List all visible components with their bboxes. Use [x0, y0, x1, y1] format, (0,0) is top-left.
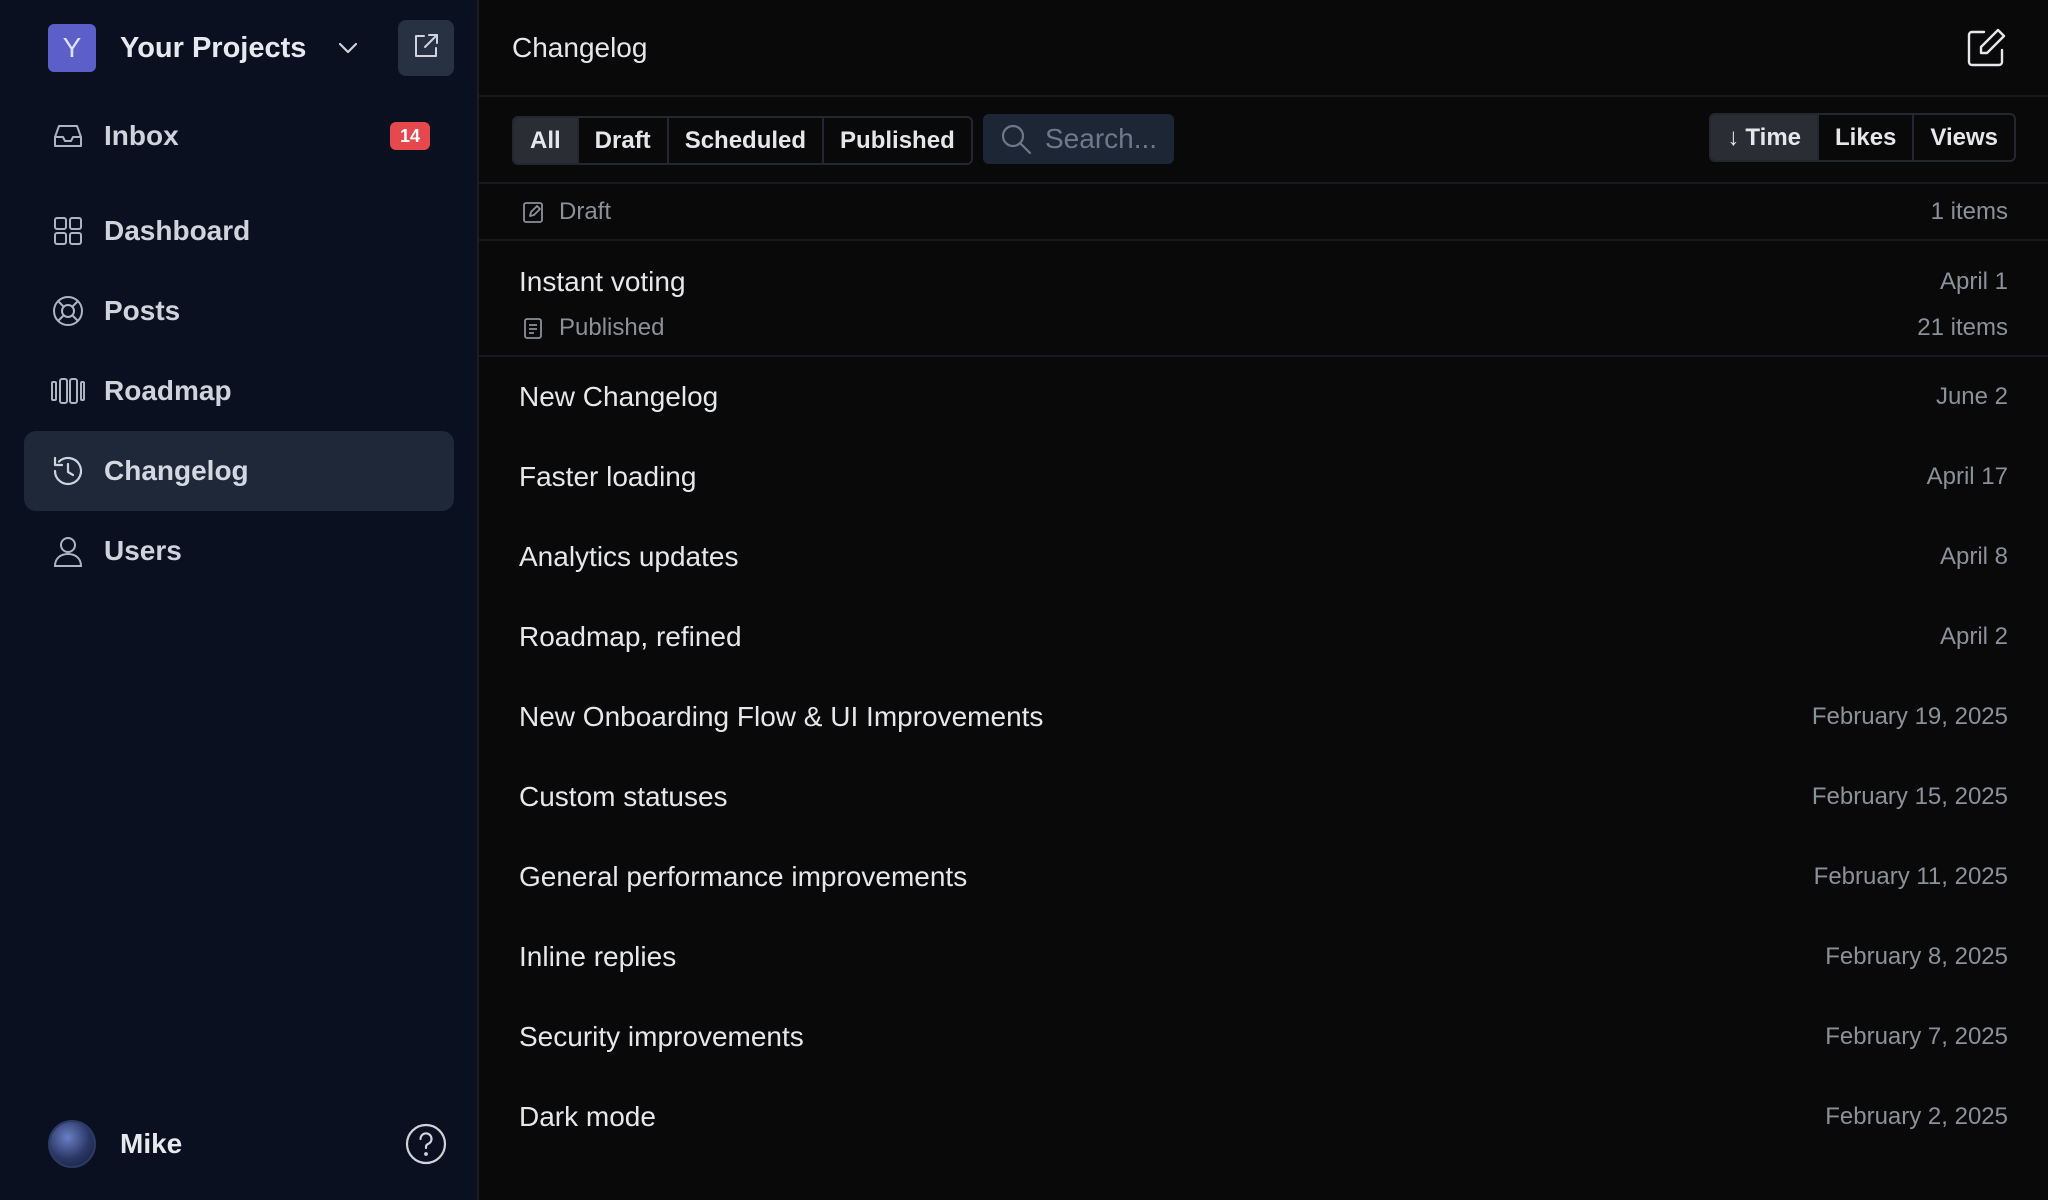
sidebar-item-dashboard[interactable]: Dashboard: [24, 191, 454, 271]
search-placeholder: Search...: [1045, 123, 1158, 154]
sidebar-item-roadmap[interactable]: Roadmap: [24, 351, 454, 431]
sidebar-item-users[interactable]: Users: [24, 511, 454, 591]
list-item[interactable]: Security improvements February 7, 2025: [479, 997, 2048, 1077]
sidebar-item-changelog[interactable]: Changelog: [24, 431, 454, 511]
top-bar: Changelog: [479, 0, 2048, 97]
item-title: Faster loading: [519, 461, 697, 492]
search-input[interactable]: Search...: [983, 114, 1174, 164]
group-header-draft[interactable]: Draft 1 items: [479, 184, 2048, 241]
item-date: April 1: [1939, 267, 2008, 295]
list-item[interactable]: New Onboarding Flow & UI Improvements Fe…: [479, 677, 2048, 757]
main-panel: Changelog All Draft Scheduled Published …: [479, 0, 2048, 1200]
item-title: Roadmap, refined: [519, 621, 742, 652]
group-count: 21 items: [1917, 313, 2008, 341]
list-item[interactable]: General performance improvements Februar…: [479, 837, 2048, 917]
filter-scheduled[interactable]: Scheduled: [669, 118, 825, 163]
list-item[interactable]: Inline replies February 8, 2025: [479, 917, 2048, 997]
dashboard-grid-icon: [48, 211, 88, 251]
filter-bar: All Draft Scheduled Published Search... …: [479, 97, 2048, 184]
item-title: New Changelog: [519, 381, 719, 412]
sort-time-label: Time: [1745, 123, 1802, 151]
user-profile[interactable]: Mike: [48, 1120, 182, 1168]
item-date: April 17: [1926, 463, 2008, 490]
list-item[interactable]: Analytics updates April 8: [479, 517, 2048, 597]
item-title: Security improvements: [519, 1021, 804, 1052]
user-name: Mike: [120, 1128, 183, 1159]
group-name: Published: [559, 313, 665, 341]
chevron-down-icon: [334, 34, 362, 62]
group-name: Draft: [559, 197, 612, 225]
item-date: April 8: [1939, 543, 2008, 570]
edit-icon: [1964, 28, 2008, 74]
item-title: General performance improvements: [519, 861, 968, 892]
sidebar-item-label: Roadmap: [104, 375, 232, 406]
project-initial-badge: Y: [48, 24, 96, 72]
item-date: June 2: [1935, 383, 2008, 410]
item-title: Analytics updates: [519, 541, 739, 572]
filter-all[interactable]: All: [514, 118, 579, 163]
item-title: Dark mode: [519, 1101, 656, 1132]
roadmap-columns-icon: [48, 371, 88, 411]
list-item[interactable]: Faster loading April 17: [479, 437, 2048, 517]
sidebar-item-posts[interactable]: Posts: [24, 271, 454, 351]
draft-note-icon: [521, 200, 545, 224]
document-icon: [521, 316, 545, 340]
item-date: February 19, 2025: [1811, 703, 2008, 730]
sidebar: Y Your Projects Inbox 14 Dashboard Posts…: [0, 0, 479, 1200]
inbox-count-badge: 14: [390, 122, 430, 150]
status-filter: All Draft Scheduled Published: [512, 116, 973, 165]
sidebar-item-label: Changelog: [104, 455, 249, 486]
arrow-down-icon: ↓: [1727, 123, 1740, 151]
filter-draft[interactable]: Draft: [579, 118, 669, 163]
sidebar-item-label: Dashboard: [104, 215, 251, 246]
item-date: February 15, 2025: [1811, 783, 2008, 810]
sidebar-item-label: Users: [104, 535, 182, 566]
item-date: February 8, 2025: [1825, 943, 2008, 970]
item-title: Inline replies: [519, 941, 677, 972]
lifebuoy-icon: [48, 291, 88, 331]
page-title: Changelog: [512, 32, 648, 63]
list-item[interactable]: Roadmap, refined April 2: [479, 597, 2048, 677]
sort-views[interactable]: Views: [1914, 115, 2014, 160]
item-date: February 7, 2025: [1825, 1023, 2008, 1050]
sort-toggle: ↓ Time Likes Views: [1709, 113, 2016, 162]
project-name: Your Projects: [120, 31, 307, 64]
item-title: New Onboarding Flow & UI Improvements: [519, 701, 1044, 732]
user-icon: [48, 531, 88, 571]
sidebar-item-label: Inbox: [104, 120, 179, 151]
item-title: Instant voting: [519, 265, 686, 297]
avatar: [48, 1120, 96, 1168]
external-link-icon: [410, 30, 442, 67]
item-date: April 2: [1939, 623, 2008, 650]
group-count: 1 items: [1930, 197, 2008, 225]
history-icon: [48, 451, 88, 491]
inbox-icon: [48, 116, 88, 156]
group-header-published[interactable]: Published 21 items: [479, 300, 2048, 357]
filter-published[interactable]: Published: [824, 118, 971, 163]
app-root: Y Your Projects Inbox 14 Dashboard Posts…: [0, 0, 2048, 1200]
sidebar-item-label: Posts: [104, 295, 181, 326]
project-switcher[interactable]: Y Your Projects: [48, 24, 362, 72]
search-icon: [999, 122, 1033, 156]
sidebar-item-inbox[interactable]: Inbox 14: [24, 96, 454, 176]
help-icon[interactable]: [404, 1122, 448, 1166]
list-item[interactable]: Dark mode February 2, 2025: [479, 1077, 2048, 1157]
open-external-button[interactable]: [398, 20, 454, 76]
list-item[interactable]: Custom statuses February 15, 2025: [479, 757, 2048, 837]
sort-time[interactable]: ↓ Time: [1711, 115, 1820, 160]
compose-button[interactable]: [1964, 26, 2008, 70]
sort-likes[interactable]: Likes: [1819, 115, 1915, 160]
item-title: Custom statuses: [519, 781, 728, 812]
item-date: February 11, 2025: [1813, 863, 2008, 890]
list-item[interactable]: New Changelog June 2: [479, 357, 2048, 437]
item-date: February 2, 2025: [1825, 1103, 2008, 1130]
